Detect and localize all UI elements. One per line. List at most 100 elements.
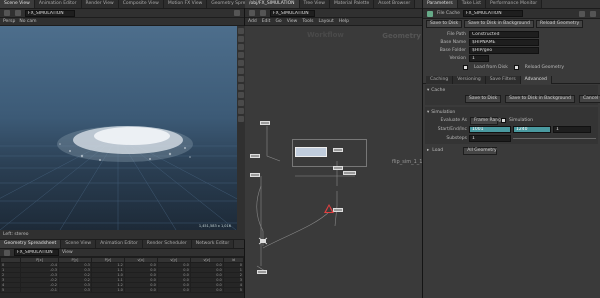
points-icon[interactable]	[238, 100, 244, 106]
viewport-tab[interactable]: Scene View	[0, 0, 35, 8]
simulation-checkbox[interactable]	[501, 118, 506, 123]
param-subtab[interactable]: Save Filters	[485, 75, 521, 84]
toggle-checkbox[interactable]	[513, 65, 519, 70]
spreadsheet-tab[interactable]: Network Editor	[191, 240, 235, 248]
network-menu-item[interactable]: Layout	[318, 19, 333, 24]
simulation-section-header[interactable]: ▾ Simulation	[427, 108, 596, 116]
viewport-menu-cam[interactable]: No cam	[19, 19, 36, 24]
back-arrow-icon[interactable]	[249, 10, 255, 16]
cache-section-header[interactable]: ▾ Cache	[427, 86, 596, 94]
shading-icon[interactable]	[238, 44, 244, 50]
substeps-field[interactable]: 1	[469, 135, 511, 142]
viewport-tab[interactable]: Animation Editor	[34, 0, 82, 8]
toggle-checkbox[interactable]	[463, 65, 468, 70]
param-top-button[interactable]: Reload Geometry	[536, 20, 584, 28]
spreadsheet-tab[interactable]: Animation Editor	[96, 240, 143, 248]
network-menu-item[interactable]: Tools	[302, 19, 313, 24]
viewport-3d-view[interactable]: 1,451,583 x 1,016	[0, 26, 237, 230]
range-start-field[interactable]: 1001	[469, 126, 511, 133]
parameters-tab[interactable]: Performance Monitor	[486, 0, 543, 8]
spreadsheet-tab[interactable]: Geometry Spreadsheet	[0, 240, 62, 248]
network-node[interactable]	[333, 148, 343, 152]
bounds-icon[interactable]	[238, 108, 244, 114]
network-node[interactable]	[250, 154, 260, 158]
spreadsheet-tab[interactable]: Scene View	[61, 240, 97, 248]
network-menu-item[interactable]: Add	[248, 19, 257, 24]
network-tab[interactable]: Material Palette	[330, 0, 375, 8]
network-menu-item[interactable]: Go	[275, 19, 281, 24]
viewport-tab[interactable]: Composite View	[118, 0, 164, 8]
network-menu-item[interactable]: Help	[339, 19, 349, 24]
ghost-icon[interactable]	[238, 116, 244, 122]
network-canvas[interactable]: Workflow Geometry flip_sim_1_1	[245, 26, 422, 298]
network-menu-item[interactable]: Edit	[262, 19, 271, 24]
viewport-path-field[interactable]: FX_SIMULATION	[25, 9, 75, 17]
network-tab[interactable]: Tree View	[299, 0, 330, 8]
lighting-icon[interactable]	[238, 36, 244, 42]
normals-icon[interactable]	[238, 92, 244, 98]
load-dropdown[interactable]: All Geometry	[463, 146, 498, 155]
grid-icon[interactable]	[238, 60, 244, 66]
table-cell: 0.0	[123, 287, 158, 293]
collapse-arrow-icon[interactable]: ▸	[427, 148, 429, 153]
viewport-tab[interactable]: Render View	[81, 0, 119, 8]
network-node[interactable]	[250, 173, 260, 177]
parameters-header: File Cache FX_SIMULATION	[423, 9, 600, 19]
range-end-field[interactable]: 1240	[513, 126, 551, 133]
parameters-top-buttons: Save to Disk Save to Disk in Background Re…	[423, 19, 600, 29]
viewport-tab[interactable]: Motion FX View	[163, 0, 208, 8]
viewport-menu-persp[interactable]: Persp	[3, 19, 15, 24]
back-arrow-icon[interactable]	[4, 249, 10, 256]
cache-action-button[interactable]: Save to Disk	[465, 95, 502, 103]
cache-action-button[interactable]: Save to Disk in Background	[505, 95, 575, 103]
parameters-tab[interactable]: Parameters	[423, 0, 458, 8]
param-value-field[interactable]: Constructed	[469, 30, 539, 38]
node-name-field[interactable]: FX_SIMULATION	[462, 10, 523, 17]
param-value-field[interactable]: 1	[469, 54, 489, 62]
cache-action-button[interactable]: Cancel Cook	[579, 95, 600, 103]
wireframe-icon[interactable]	[238, 52, 244, 58]
forward-arrow-icon[interactable]	[260, 10, 266, 16]
back-arrow-icon[interactable]	[4, 10, 10, 16]
snap-icon[interactable]	[238, 68, 244, 74]
network-node[interactable]	[260, 121, 270, 125]
viewport-tabbar: Scene View Animation Editor Render View Com…	[0, 0, 269, 9]
network-node[interactable]	[333, 166, 343, 170]
param-subtab[interactable]: Caching	[426, 75, 454, 84]
param-row: Version 1	[426, 54, 597, 62]
visibility-icon[interactable]	[238, 84, 244, 90]
help-icon[interactable]	[590, 10, 596, 17]
table-row[interactable]: 5 -0.1 0.3 1.0 0.0 0.0 0.0 5	[0, 287, 245, 293]
param-top-button[interactable]: Save to Disk	[426, 20, 463, 28]
param-subtab[interactable]: Versioning	[453, 75, 486, 84]
param-subtab[interactable]: Advanced	[520, 75, 552, 84]
network-path-field[interactable]: FX_SIMULATION	[270, 9, 315, 17]
display-toggle-icon[interactable]	[238, 28, 244, 34]
spreadsheet-tab[interactable]: Render Scheduler	[142, 240, 192, 248]
null-node-icon[interactable]	[258, 237, 268, 245]
network-menu-item[interactable]: View	[287, 19, 298, 24]
network-tab[interactable]: Asset Browser	[374, 0, 416, 8]
collapse-arrow-icon[interactable]: ▾	[427, 88, 429, 93]
param-top-button[interactable]: Save to Disk in Background	[464, 20, 534, 28]
gear-icon[interactable]	[579, 10, 585, 17]
network-node[interactable]	[257, 270, 267, 274]
selected-node-box[interactable]	[295, 147, 327, 157]
network-node[interactable]	[333, 208, 343, 212]
range-inc-field[interactable]: 1	[553, 126, 591, 133]
pin-icon[interactable]	[234, 10, 240, 16]
camera-icon[interactable]	[238, 76, 244, 82]
network-tab[interactable]: /obj/FX_SIMULATION	[245, 0, 300, 8]
param-value-field[interactable]: $HIPNAME	[469, 38, 539, 46]
spreadsheet-path-field[interactable]: FX_SIMULATION	[14, 249, 59, 256]
warning-triangle-icon[interactable]	[324, 204, 334, 213]
spreadsheet-view-label[interactable]: View	[62, 250, 73, 255]
network-node[interactable]	[343, 171, 356, 175]
param-value-field[interactable]: $HIP/geo	[469, 46, 539, 54]
parameters-tab[interactable]: Take List	[457, 0, 487, 8]
substeps-slider[interactable]	[513, 138, 596, 139]
forward-arrow-icon[interactable]	[15, 10, 21, 16]
evaluate-as-dropdown[interactable]: Frame Range	[470, 116, 504, 125]
param-row: Base Folder $HIP/geo	[426, 46, 597, 54]
collapse-arrow-icon[interactable]: ▾	[427, 110, 429, 115]
